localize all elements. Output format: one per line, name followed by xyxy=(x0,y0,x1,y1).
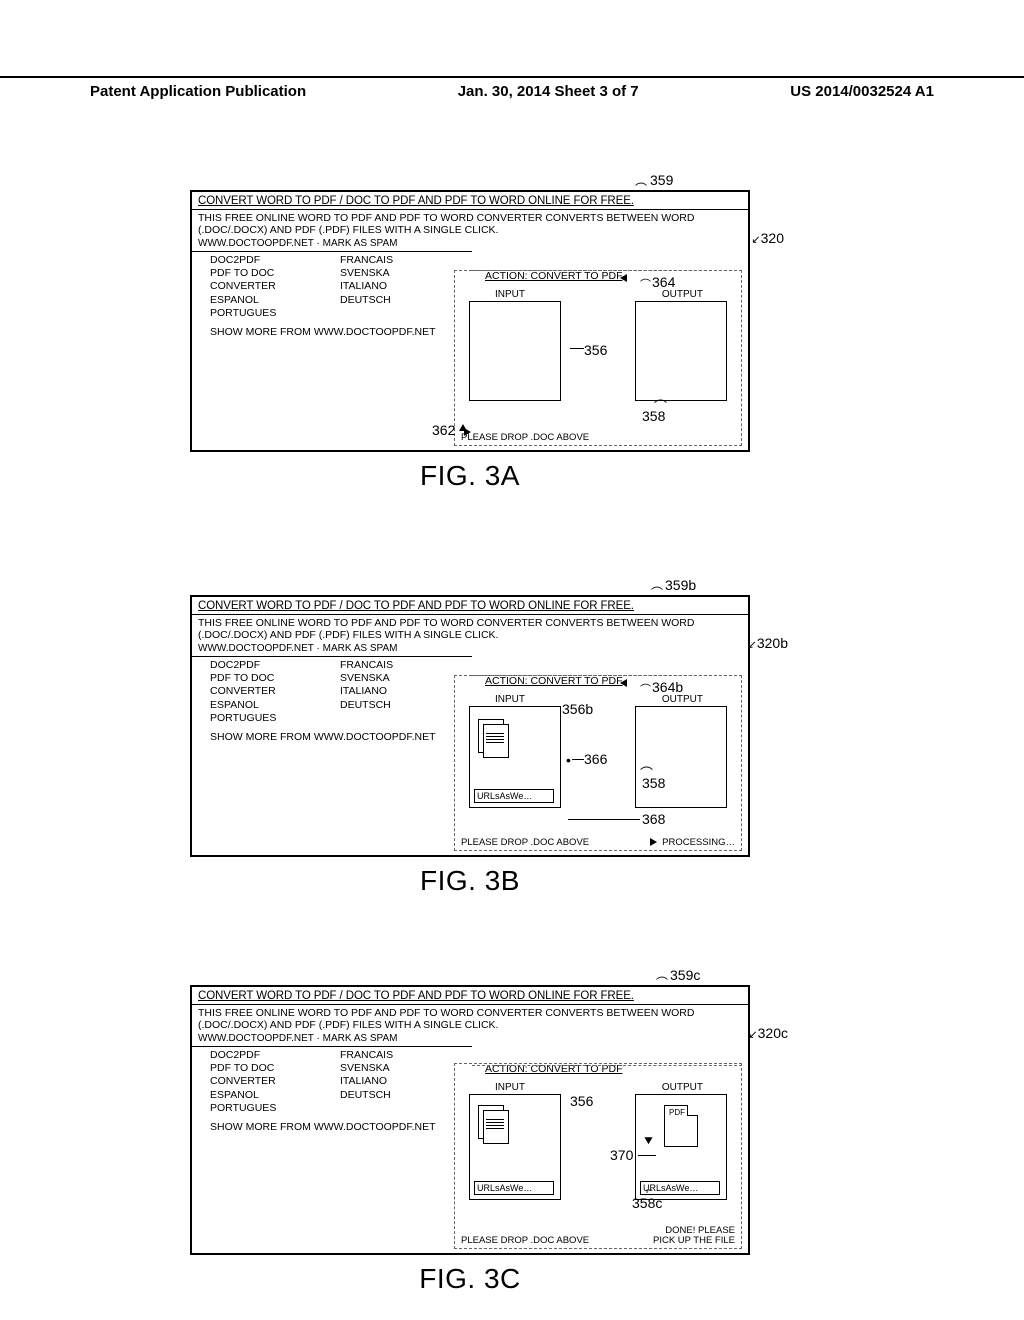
input-filename: URLsAsWe… xyxy=(474,789,554,803)
output-label: OUTPUT xyxy=(662,289,703,300)
input-label: INPUT xyxy=(495,1082,525,1093)
output-label: OUTPUT xyxy=(662,694,703,705)
sublink[interactable]: DOC2PDF xyxy=(210,1049,340,1062)
result-title-link[interactable]: CONVERT WORD TO PDF / DOC TO PDF AND PDF… xyxy=(192,192,748,209)
search-result-box-b: CONVERT WORD TO PDF / DOC TO PDF AND PDF… xyxy=(190,595,750,857)
ref-364b: ⌒364b xyxy=(652,679,683,695)
ref-359b: ⌒359b xyxy=(665,577,696,593)
input-filename: URLsAsWe… xyxy=(474,1181,554,1195)
action-panel-c: ACTION: CONVERT TO PDF INPUT OUTPUT URLs… xyxy=(454,1063,742,1249)
ref-320b: ↙320b xyxy=(748,635,788,651)
output-label: OUTPUT xyxy=(662,1082,703,1093)
ref-320: ↙320 xyxy=(751,230,784,246)
status-processing: PROCESSING… xyxy=(662,838,735,848)
ref-359c: ⌒359c xyxy=(670,967,700,983)
action-panel-a: ACTION: CONVERT TO PDF INPUT OUTPUT PLEA… xyxy=(454,270,742,446)
sublink[interactable]: PORTUGUES xyxy=(210,1102,340,1115)
figure-3c: ⌒359c CONVERT WORD TO PDF / DOC TO PDF A… xyxy=(190,985,750,1295)
sublink[interactable]: DOC2PDF xyxy=(210,659,340,672)
sublink[interactable]: ESPANOL xyxy=(210,1089,340,1102)
drop-message: PLEASE DROP .DOC ABOVE xyxy=(461,837,589,848)
result-description: THIS FREE ONLINE WORD TO PDF AND PDF TO … xyxy=(192,615,748,641)
sublink[interactable]: PDF TO DOC CONVERTER xyxy=(210,267,340,293)
sublink[interactable]: SVENSKA xyxy=(340,1062,470,1075)
document-icon xyxy=(478,1105,514,1149)
result-description: THIS FREE ONLINE WORD TO PDF AND PDF TO … xyxy=(192,1005,748,1031)
output-zone xyxy=(635,706,727,808)
sublink[interactable]: PDF TO DOC CONVERTER xyxy=(210,1062,340,1088)
sublink[interactable]: FRANCAIS xyxy=(340,254,470,267)
sublink[interactable]: PORTUGUES xyxy=(210,307,340,320)
action-title[interactable]: ACTION: CONVERT TO PDF xyxy=(485,270,623,282)
pdf-label: PDF xyxy=(669,1108,685,1117)
figure-caption-3c: FIG. 3C xyxy=(190,1263,750,1295)
sublink[interactable]: FRANCAIS xyxy=(340,659,470,672)
drop-message: PLEASE DROP .DOC ABOVE xyxy=(461,1235,589,1246)
ref-364: ⌒364 xyxy=(652,274,675,290)
sublink[interactable]: DEUTSCH xyxy=(340,699,470,712)
sublink[interactable]: ESPANOL xyxy=(210,699,340,712)
sublink[interactable]: DOC2PDF xyxy=(210,254,340,267)
result-description: THIS FREE ONLINE WORD TO PDF AND PDF TO … xyxy=(192,210,748,236)
sublink[interactable]: SVENSKA xyxy=(340,672,470,685)
ref-320c: ↙320c xyxy=(748,1025,788,1041)
ref-356: 356 xyxy=(570,1093,593,1109)
result-source: WWW.DOCTOOPDF.NET · MARK AS SPAM xyxy=(192,1031,748,1046)
header-right: US 2014/0032524 A1 xyxy=(790,83,934,100)
input-label: INPUT xyxy=(495,694,525,705)
ref-358c: 358c xyxy=(632,1195,662,1211)
result-source: WWW.DOCTOOPDF.NET · MARK AS SPAM xyxy=(192,236,748,251)
search-result-box-c: CONVERT WORD TO PDF / DOC TO PDF AND PDF… xyxy=(190,985,750,1255)
sublink[interactable]: PDF TO DOC CONVERTER xyxy=(210,672,340,698)
result-title-link[interactable]: CONVERT WORD TO PDF / DOC TO PDF AND PDF… xyxy=(192,987,748,1004)
page-header: Patent Application Publication Jan. 30, … xyxy=(0,76,1024,100)
sublink[interactable]: SVENSKA xyxy=(340,267,470,280)
sublink[interactable]: ITALIANO xyxy=(340,280,470,293)
sublink[interactable]: FRANCAIS xyxy=(340,1049,470,1062)
ref-362: 362 xyxy=(432,422,455,438)
input-dropzone[interactable]: URLsAsWe… xyxy=(469,1094,561,1200)
input-dropzone[interactable] xyxy=(469,301,561,401)
status-done: DONE! PLEASE PICK UP THE FILE xyxy=(653,1226,735,1246)
ref-356b: 356b xyxy=(562,701,593,717)
sublink[interactable]: ITALIANO xyxy=(340,1075,470,1088)
result-title-link[interactable]: CONVERT WORD TO PDF / DOC TO PDF AND PDF… xyxy=(192,597,748,614)
figure-3a: ⌒359 CONVERT WORD TO PDF / DOC TO PDF AN… xyxy=(190,190,750,492)
sublink[interactable]: DEUTSCH xyxy=(340,1089,470,1102)
sublink[interactable]: ESPANOL xyxy=(210,294,340,307)
figure-caption-3b: FIG. 3B xyxy=(190,865,750,897)
document-icon xyxy=(478,719,514,763)
ref-366: 366 xyxy=(584,751,607,767)
action-title[interactable]: ACTION: CONVERT TO PDF xyxy=(485,675,623,687)
ref-370: 370 xyxy=(610,1147,633,1163)
result-source: WWW.DOCTOOPDF.NET · MARK AS SPAM xyxy=(192,641,748,656)
sublink[interactable]: PORTUGUES xyxy=(210,712,340,725)
figure-3b: ⌒359b CONVERT WORD TO PDF / DOC TO PDF A… xyxy=(190,595,750,897)
sublink[interactable]: DEUTSCH xyxy=(340,294,470,307)
ref-368: 368 xyxy=(642,811,665,827)
input-label: INPUT xyxy=(495,289,525,300)
drop-message: PLEASE DROP .DOC ABOVE xyxy=(461,432,589,443)
sublink[interactable]: ITALIANO xyxy=(340,685,470,698)
ref-359: ⌒359 xyxy=(650,172,673,188)
output-zone xyxy=(635,301,727,401)
figure-caption-3a: FIG. 3A xyxy=(190,460,750,492)
header-left: Patent Application Publication xyxy=(90,83,306,100)
search-result-box-a: CONVERT WORD TO PDF / DOC TO PDF AND PDF… xyxy=(190,190,750,452)
header-center: Jan. 30, 2014 Sheet 3 of 7 xyxy=(458,83,639,100)
input-dropzone[interactable]: URLsAsWe… xyxy=(469,706,561,808)
ref-356: 356 xyxy=(584,342,607,358)
pdf-icon: PDF xyxy=(664,1105,698,1147)
